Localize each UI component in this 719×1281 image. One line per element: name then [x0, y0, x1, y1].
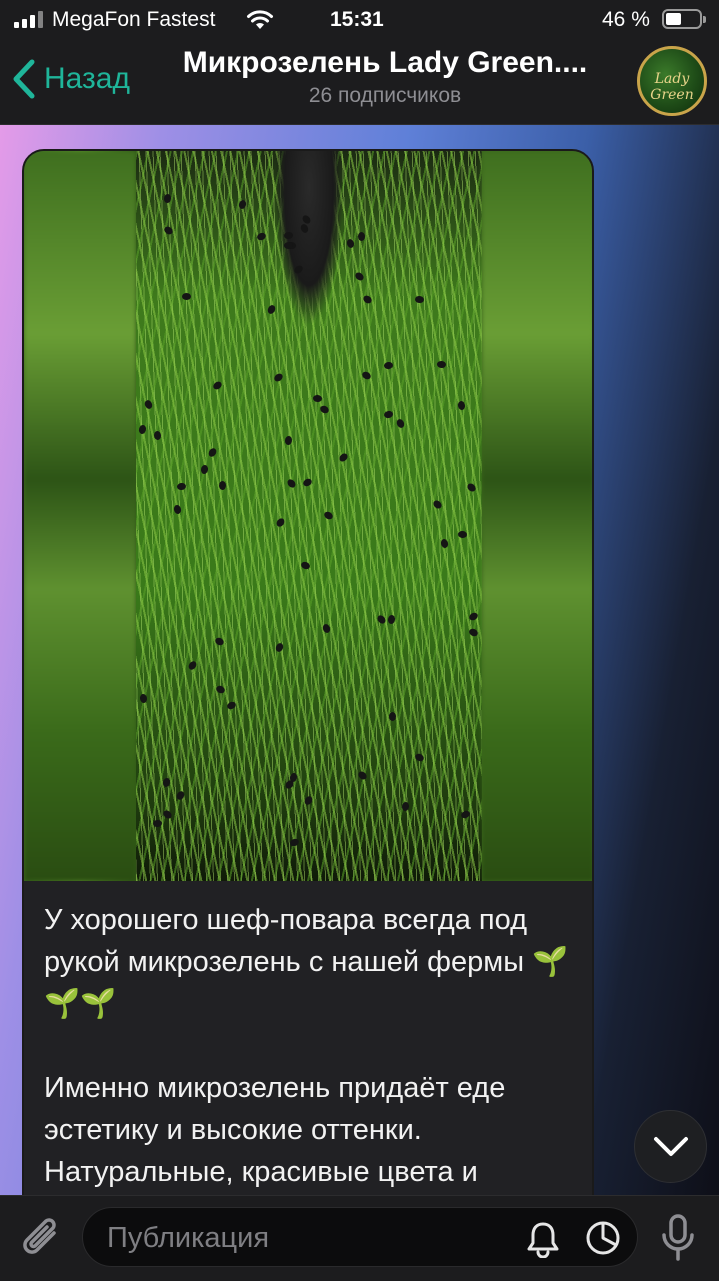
- back-label: Назад: [44, 62, 130, 95]
- seed-dot: [358, 232, 365, 241]
- seed-dot: [431, 498, 444, 511]
- seed-dot: [152, 819, 163, 828]
- seed-dot: [218, 480, 227, 491]
- paperclip-icon[interactable]: [20, 1213, 64, 1263]
- seed-dot: [467, 627, 480, 638]
- seed-dot: [321, 623, 332, 634]
- seed-dot: [465, 481, 478, 494]
- seed-dot: [139, 693, 148, 704]
- message-paragraph-2: Именно микрозелень придаёт еде эстетику …: [44, 1072, 506, 1188]
- seed-dot: [457, 530, 468, 539]
- seed-dot: [312, 394, 323, 403]
- chevron-left-icon: [13, 59, 35, 99]
- input-bar: [0, 1195, 719, 1281]
- seed-dot: [414, 295, 425, 304]
- seed-dot: [182, 293, 191, 300]
- seed-dot: [353, 270, 366, 283]
- status-bar: MegaFon Fastest 15:31 46 %: [0, 0, 719, 40]
- seed-dot: [175, 789, 186, 802]
- seed-dot: [360, 370, 373, 381]
- seed-dot: [413, 752, 426, 763]
- seed-dot: [214, 684, 227, 695]
- message-paragraph-1: У хорошего шеф-повара всегда под рукой м…: [44, 904, 569, 1020]
- seed-dot: [274, 516, 287, 529]
- chevron-down-icon: [654, 1137, 688, 1156]
- message-input[interactable]: [105, 1218, 509, 1258]
- seed-dot: [299, 222, 310, 235]
- seed-dot: [383, 410, 394, 419]
- carrier-name: MegaFon Fastest: [52, 8, 216, 31]
- seed-dot: [161, 777, 172, 788]
- seed-dot: [225, 700, 238, 711]
- seed-dot: [256, 231, 267, 242]
- seed-dot: [137, 424, 148, 435]
- seed-dot: [274, 641, 285, 654]
- seed-dot: [345, 238, 356, 249]
- channel-avatar[interactable]: Lady Green: [637, 46, 707, 116]
- seed-dot: [318, 404, 331, 415]
- seed-dot: [300, 560, 311, 571]
- seed-dot: [356, 769, 369, 782]
- wifi-icon: [247, 10, 273, 29]
- signal-icon: [14, 11, 43, 28]
- bell-icon[interactable]: [525, 1220, 561, 1258]
- seed-dot: [200, 464, 209, 475]
- seed-dot: [211, 379, 224, 392]
- subscriber-count: 26 подписчиков: [308, 84, 462, 107]
- seed-dot: [187, 659, 198, 672]
- message-input-field[interactable]: [82, 1207, 638, 1267]
- seed-dot: [436, 360, 447, 369]
- seed-dot: [401, 801, 410, 812]
- seed-dot: [162, 225, 175, 236]
- seed-dot: [272, 371, 285, 384]
- microgreens-image: [136, 151, 482, 881]
- seed-dot: [153, 430, 162, 441]
- clock: 15:31: [330, 8, 384, 31]
- seed-dot: [285, 477, 298, 490]
- seed-dot: [383, 361, 394, 370]
- avatar-logo-text: Lady Green: [650, 71, 694, 103]
- microphone-icon[interactable]: [660, 1213, 696, 1263]
- seed-dot: [389, 712, 396, 721]
- chat-header: Назад Микрозелень Lady Green.... 26 подп…: [0, 40, 719, 125]
- seed-dot: [207, 446, 218, 459]
- seed-dot: [440, 538, 449, 549]
- seed-dot: [143, 398, 154, 411]
- message-bubble[interactable]: У хорошего шеф-повара всегда под рукой м…: [22, 149, 594, 1229]
- photo-blur-left: [24, 151, 136, 881]
- seed-dot: [163, 193, 172, 204]
- seed-dot: [303, 794, 314, 807]
- seed-dot: [283, 231, 294, 240]
- channel-info[interactable]: Микрозелень Lady Green.... 26 подписчико…: [150, 46, 620, 108]
- message-photo[interactable]: [24, 151, 592, 881]
- seed-dot: [387, 614, 396, 625]
- seed-dot: [322, 510, 335, 521]
- seed-dot: [395, 417, 406, 430]
- seed-dot: [266, 303, 277, 316]
- seed-dot: [459, 809, 472, 820]
- seed-dot: [361, 294, 374, 305]
- seed-dot: [213, 636, 226, 647]
- seed-dot: [301, 477, 314, 488]
- seed-dot: [292, 263, 305, 276]
- seed-dot: [457, 400, 466, 411]
- photo-blur-right: [482, 151, 592, 881]
- channel-title: Микрозелень Lady Green....: [182, 46, 588, 79]
- battery-icon: [662, 9, 706, 29]
- seed-dot: [172, 504, 183, 515]
- message-text: У хорошего шеф-повара всегда под рукой м…: [44, 899, 584, 1227]
- seed-dot: [289, 837, 300, 848]
- battery-percent: 46 %: [602, 8, 650, 31]
- scroll-down-button[interactable]: [634, 1110, 707, 1183]
- seed-dot: [337, 451, 350, 464]
- timer-icon[interactable]: [584, 1219, 622, 1257]
- seed-dot: [284, 435, 293, 446]
- battery-fill: [666, 13, 681, 25]
- seed-dot: [375, 613, 388, 626]
- seed-dot: [176, 482, 187, 491]
- seed-dot: [237, 199, 248, 210]
- back-button[interactable]: Назад: [12, 54, 130, 104]
- seed-dot: [161, 808, 174, 821]
- seed-dot: [467, 611, 480, 622]
